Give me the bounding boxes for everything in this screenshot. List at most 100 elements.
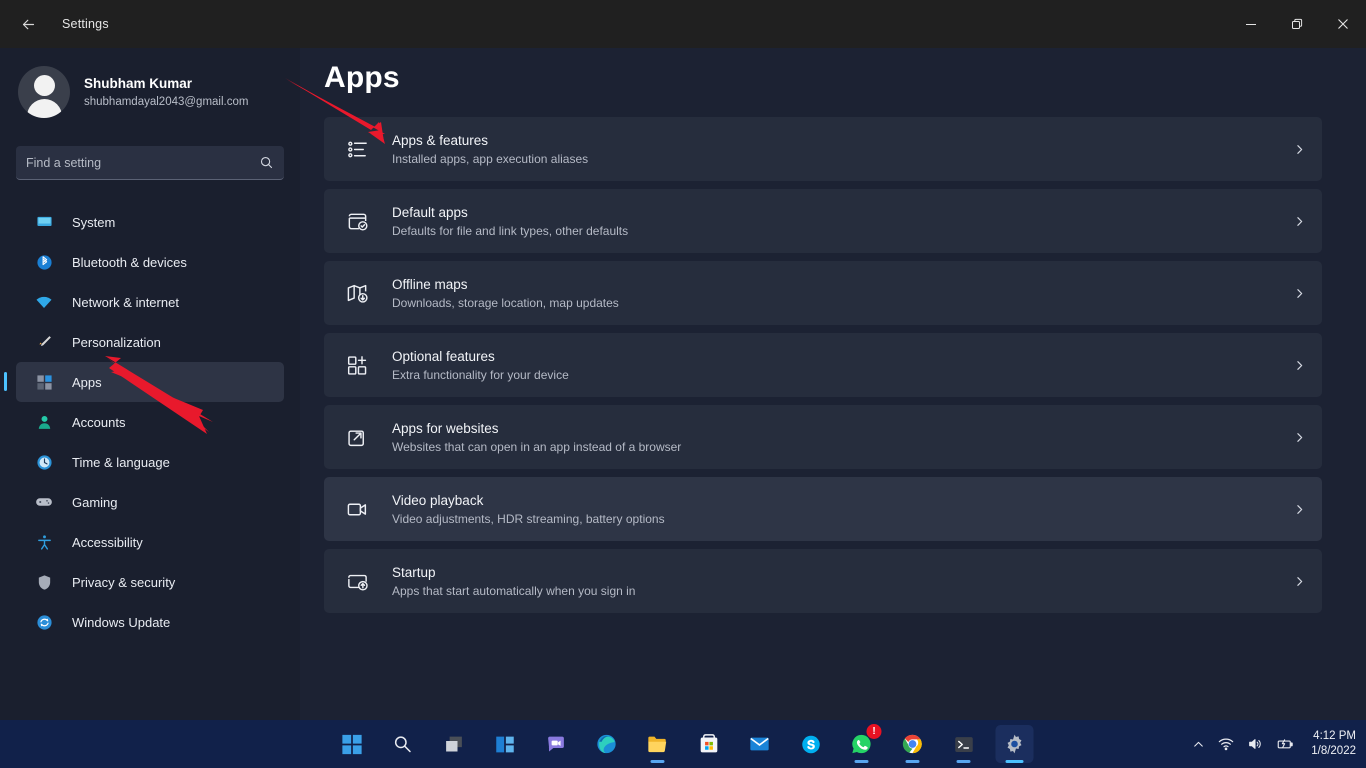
windows-start-icon <box>341 734 362 755</box>
card-text: Startup Apps that start automatically wh… <box>392 564 1293 599</box>
teams-chat-icon <box>545 734 566 755</box>
wifi-icon <box>34 292 54 312</box>
settings-card-default-apps[interactable]: Default apps Defaults for file and link … <box>324 189 1322 253</box>
settings-card-apps-and-features[interactable]: Apps & features Installed apps, app exec… <box>324 117 1322 181</box>
card-subtitle: Downloads, storage location, map updates <box>392 295 1293 311</box>
sidebar-item-windows-update[interactable]: Windows Update <box>16 602 284 642</box>
card-text: Apps & features Installed apps, app exec… <box>392 132 1293 167</box>
sidebar-item-system[interactable]: System <box>16 202 284 242</box>
settings-card-list: Apps & features Installed apps, app exec… <box>324 117 1322 613</box>
sidebar-item-label: Accessibility <box>72 535 143 550</box>
system-tray: 4:12 PM 1/8/2022 <box>1192 720 1356 768</box>
terminal-icon <box>953 734 974 755</box>
sidebar-item-label: System <box>72 215 115 230</box>
search-input[interactable] <box>26 156 259 170</box>
mail-icon <box>749 733 771 755</box>
taskbar-item-edge[interactable] <box>588 725 626 763</box>
sidebar-item-personalization[interactable]: Personalization <box>16 322 284 362</box>
google-chrome-icon <box>902 733 924 755</box>
card-title: Optional features <box>392 348 1293 366</box>
microsoft-edge-icon <box>596 733 618 755</box>
user-profile[interactable]: Shubham Kumar shubhamdayal2043@gmail.com <box>0 48 300 120</box>
taskbar-item-microsoft-store[interactable] <box>690 725 728 763</box>
page-title: Apps <box>324 61 1366 95</box>
card-subtitle: Extra functionality for your device <box>392 367 1293 383</box>
profile-name: Shubham Kumar <box>84 75 248 92</box>
restore-button[interactable] <box>1274 0 1320 48</box>
settings-card-video-playback[interactable]: Video playback Video adjustments, HDR st… <box>324 477 1322 541</box>
card-title: Offline maps <box>392 276 1293 294</box>
video-camera-icon <box>344 496 370 522</box>
search-icon <box>393 734 413 754</box>
taskbar-clock[interactable]: 4:12 PM 1/8/2022 <box>1311 729 1356 759</box>
back-arrow-icon <box>20 16 37 33</box>
taskbar-item-settings[interactable] <box>996 725 1034 763</box>
file-explorer-icon <box>647 733 669 755</box>
window-title: Settings <box>62 17 109 31</box>
widgets-icon <box>494 734 515 755</box>
card-title: Apps & features <box>392 132 1293 150</box>
card-subtitle: Defaults for file and link types, other … <box>392 223 1293 239</box>
close-button[interactable] <box>1320 0 1366 48</box>
sidebar-item-gaming[interactable]: Gaming <box>16 482 284 522</box>
sidebar-item-label: Apps <box>72 375 102 390</box>
sidebar-item-privacy-security[interactable]: Privacy & security <box>16 562 284 602</box>
card-text: Offline maps Downloads, storage location… <box>392 276 1293 311</box>
microsoft-store-icon <box>698 734 719 755</box>
taskbar-item-chrome[interactable] <box>894 725 932 763</box>
card-title: Apps for websites <box>392 420 1293 438</box>
taskbar-item-mail[interactable] <box>741 725 779 763</box>
sidebar-item-label: Windows Update <box>72 615 170 630</box>
bulleted-list-icon <box>344 136 370 162</box>
update-icon <box>34 612 54 632</box>
settings-card-offline-maps[interactable]: Offline maps Downloads, storage location… <box>324 261 1322 325</box>
card-title: Startup <box>392 564 1293 582</box>
sidebar-item-apps[interactable]: Apps <box>16 362 284 402</box>
minimize-button[interactable] <box>1228 0 1274 48</box>
taskbar-item-whatsapp[interactable]: ! <box>843 725 881 763</box>
skype-icon <box>800 734 821 755</box>
taskbar-item-widgets[interactable] <box>486 725 524 763</box>
card-text: Apps for websites Websites that can open… <box>392 420 1293 455</box>
chevron-right-icon <box>1293 215 1306 228</box>
card-title: Video playback <box>392 492 1293 510</box>
settings-card-startup[interactable]: Startup Apps that start automatically wh… <box>324 549 1322 613</box>
taskbar-item-search[interactable] <box>384 725 422 763</box>
back-button[interactable] <box>8 8 48 40</box>
sidebar-item-accounts[interactable]: Accounts <box>16 402 284 442</box>
card-title: Default apps <box>392 204 1293 222</box>
sidebar-item-label: Network & internet <box>72 295 179 310</box>
chevron-right-icon <box>1293 431 1306 444</box>
sidebar-item-bluetooth-devices[interactable]: Bluetooth & devices <box>16 242 284 282</box>
taskbar-item-task-view[interactable] <box>435 725 473 763</box>
sidebar-item-label: Time & language <box>72 455 170 470</box>
settings-card-apps-for-websites[interactable]: Apps for websites Websites that can open… <box>324 405 1322 469</box>
battery-charging-icon[interactable] <box>1276 735 1294 753</box>
avatar <box>18 66 70 118</box>
bluetooth-icon <box>34 252 54 272</box>
wifi-icon[interactable] <box>1218 736 1234 752</box>
taskbar-item-terminal[interactable] <box>945 725 983 763</box>
taskbar-item-skype[interactable] <box>792 725 830 763</box>
sidebar-item-network-internet[interactable]: Network & internet <box>16 282 284 322</box>
restore-icon <box>1291 18 1303 30</box>
title-bar: Settings <box>0 0 1366 48</box>
search-box[interactable] <box>16 146 284 180</box>
chevron-up-icon[interactable] <box>1192 738 1205 751</box>
shield-icon <box>34 572 54 592</box>
chevron-right-icon <box>1293 575 1306 588</box>
chevron-right-icon <box>1293 359 1306 372</box>
paintbrush-icon <box>34 332 54 352</box>
sidebar: Shubham Kumar shubhamdayal2043@gmail.com… <box>0 48 300 720</box>
sidebar-item-accessibility[interactable]: Accessibility <box>16 522 284 562</box>
taskbar-item-file-explorer[interactable] <box>639 725 677 763</box>
settings-card-optional-features[interactable]: Optional features Extra functionality fo… <box>324 333 1322 397</box>
settings-window: Settings <box>0 0 1366 768</box>
taskbar-item-start[interactable] <box>333 725 371 763</box>
card-text: Optional features Extra functionality fo… <box>392 348 1293 383</box>
volume-icon[interactable] <box>1247 736 1263 752</box>
chevron-right-icon <box>1293 143 1306 156</box>
taskbar-item-chat[interactable] <box>537 725 575 763</box>
sidebar-item-time-language[interactable]: Time & language <box>16 442 284 482</box>
system-icon <box>34 212 54 232</box>
